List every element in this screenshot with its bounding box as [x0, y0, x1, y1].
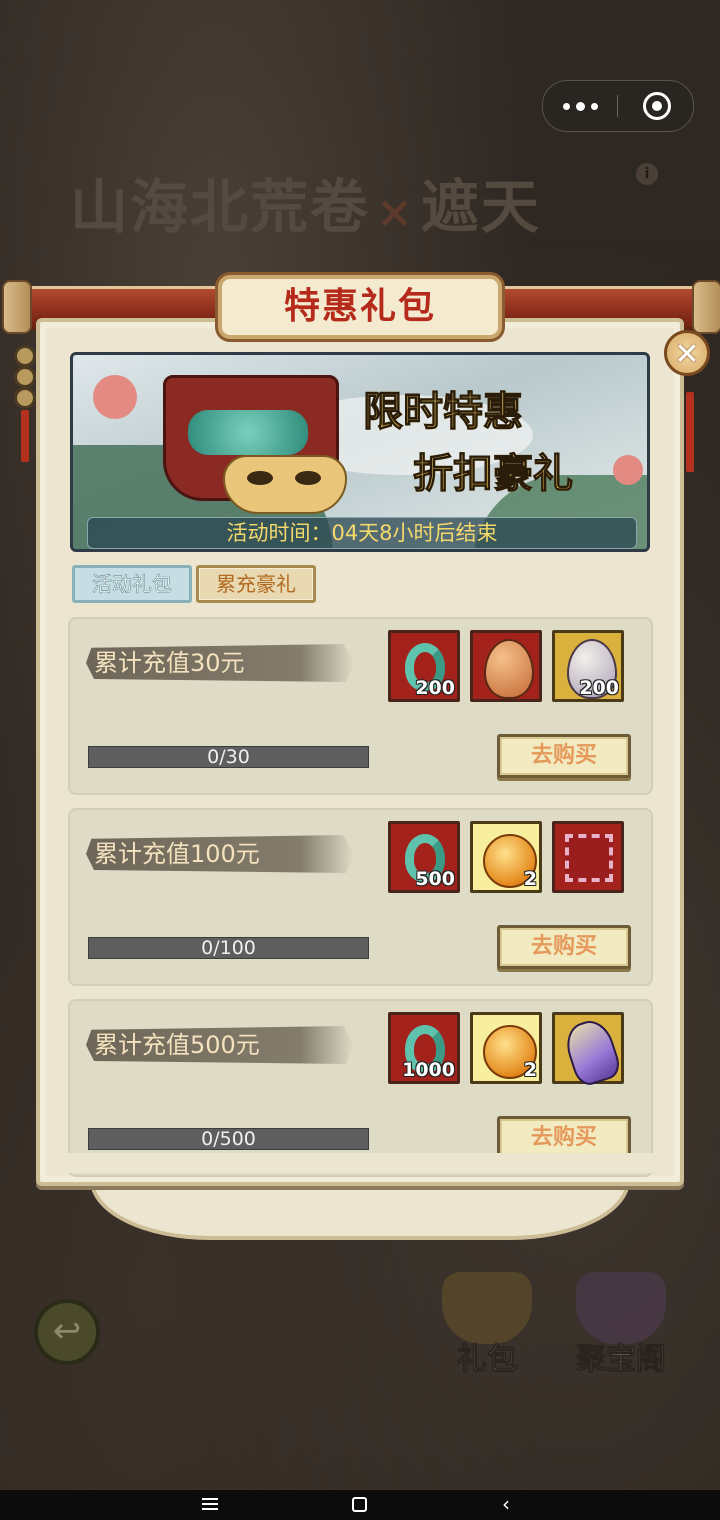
- reward-item[interactable]: 500: [388, 821, 460, 893]
- reward-item[interactable]: 200: [552, 630, 624, 702]
- home-icon[interactable]: [352, 1497, 367, 1512]
- reward-item[interactable]: 200: [388, 630, 460, 702]
- golden-mask-illustration: [223, 455, 347, 514]
- reward-item[interactable]: 2: [470, 821, 542, 893]
- menu-icon[interactable]: [202, 1498, 218, 1510]
- info-icon[interactable]: i: [636, 163, 658, 185]
- tab-cumulative-recharge[interactable]: 累充豪礼: [196, 565, 316, 603]
- flower-decoration: [613, 455, 643, 485]
- reward-item[interactable]: [552, 1012, 624, 1089]
- buy-button[interactable]: 去购买: [497, 925, 631, 969]
- reward-item[interactable]: [470, 630, 542, 702]
- jade-pile-illustration: [188, 410, 308, 455]
- brown-egg-icon: [484, 639, 534, 699]
- tassel-right: [686, 392, 694, 472]
- coin-ornament: [14, 387, 36, 409]
- system-nav-bar: ‹: [0, 1490, 720, 1520]
- promo-banner: 限时特惠 折扣豪礼 活动时间：04天8小时后结束: [70, 352, 650, 552]
- exit-mini-program-icon[interactable]: [643, 92, 671, 120]
- game-title-logo: 山海北荒卷 × 遮天: [70, 173, 541, 241]
- flower-decoration: [93, 375, 137, 419]
- event-time-remaining: 活动时间：04天8小时后结束: [87, 517, 637, 549]
- reward-item[interactable]: 1000: [388, 1012, 460, 1084]
- more-button[interactable]: [543, 81, 617, 131]
- coin-ornament: [14, 366, 36, 388]
- capsule-divider: [617, 95, 618, 117]
- tassel-left: [21, 410, 29, 462]
- tab-activity-packs[interactable]: 活动礼包: [72, 565, 192, 603]
- treasure-pavilion-button[interactable]: 聚宝阁: [566, 1272, 676, 1382]
- gift-bag-button[interactable]: 礼包: [432, 1272, 542, 1382]
- back-icon[interactable]: ‹: [502, 1494, 510, 1514]
- buy-button[interactable]: 去购买: [497, 734, 631, 778]
- reward-item[interactable]: [552, 821, 624, 893]
- tier-label: 累计充值30元: [86, 644, 354, 682]
- close-icon[interactable]: ✕: [664, 330, 710, 376]
- avatar-frame-icon: [565, 834, 613, 882]
- progress-bar: 0/100: [88, 937, 369, 959]
- coin-ornament: [14, 345, 36, 367]
- list-clip-edge: [60, 1153, 660, 1173]
- tier-label: 累计充值500元: [86, 1026, 354, 1064]
- modal-title: 特惠礼包: [283, 285, 436, 327]
- banner-slogan-line1: 限时特惠: [362, 387, 523, 435]
- return-arrow-icon[interactable]: ↩: [34, 1299, 100, 1365]
- reward-item[interactable]: 2: [470, 1012, 542, 1084]
- tier-label: 累计充值100元: [86, 835, 354, 873]
- progress-bar: 0/500: [88, 1128, 369, 1150]
- mini-program-capsule: [542, 80, 694, 132]
- horn-icon: [560, 1015, 624, 1089]
- scroll-rod-right-end: [692, 280, 720, 334]
- banner-slogan-line2: 折扣豪礼: [412, 449, 573, 497]
- progress-bar: 0/30: [88, 746, 369, 768]
- scroll-rod-left-end: [2, 280, 32, 334]
